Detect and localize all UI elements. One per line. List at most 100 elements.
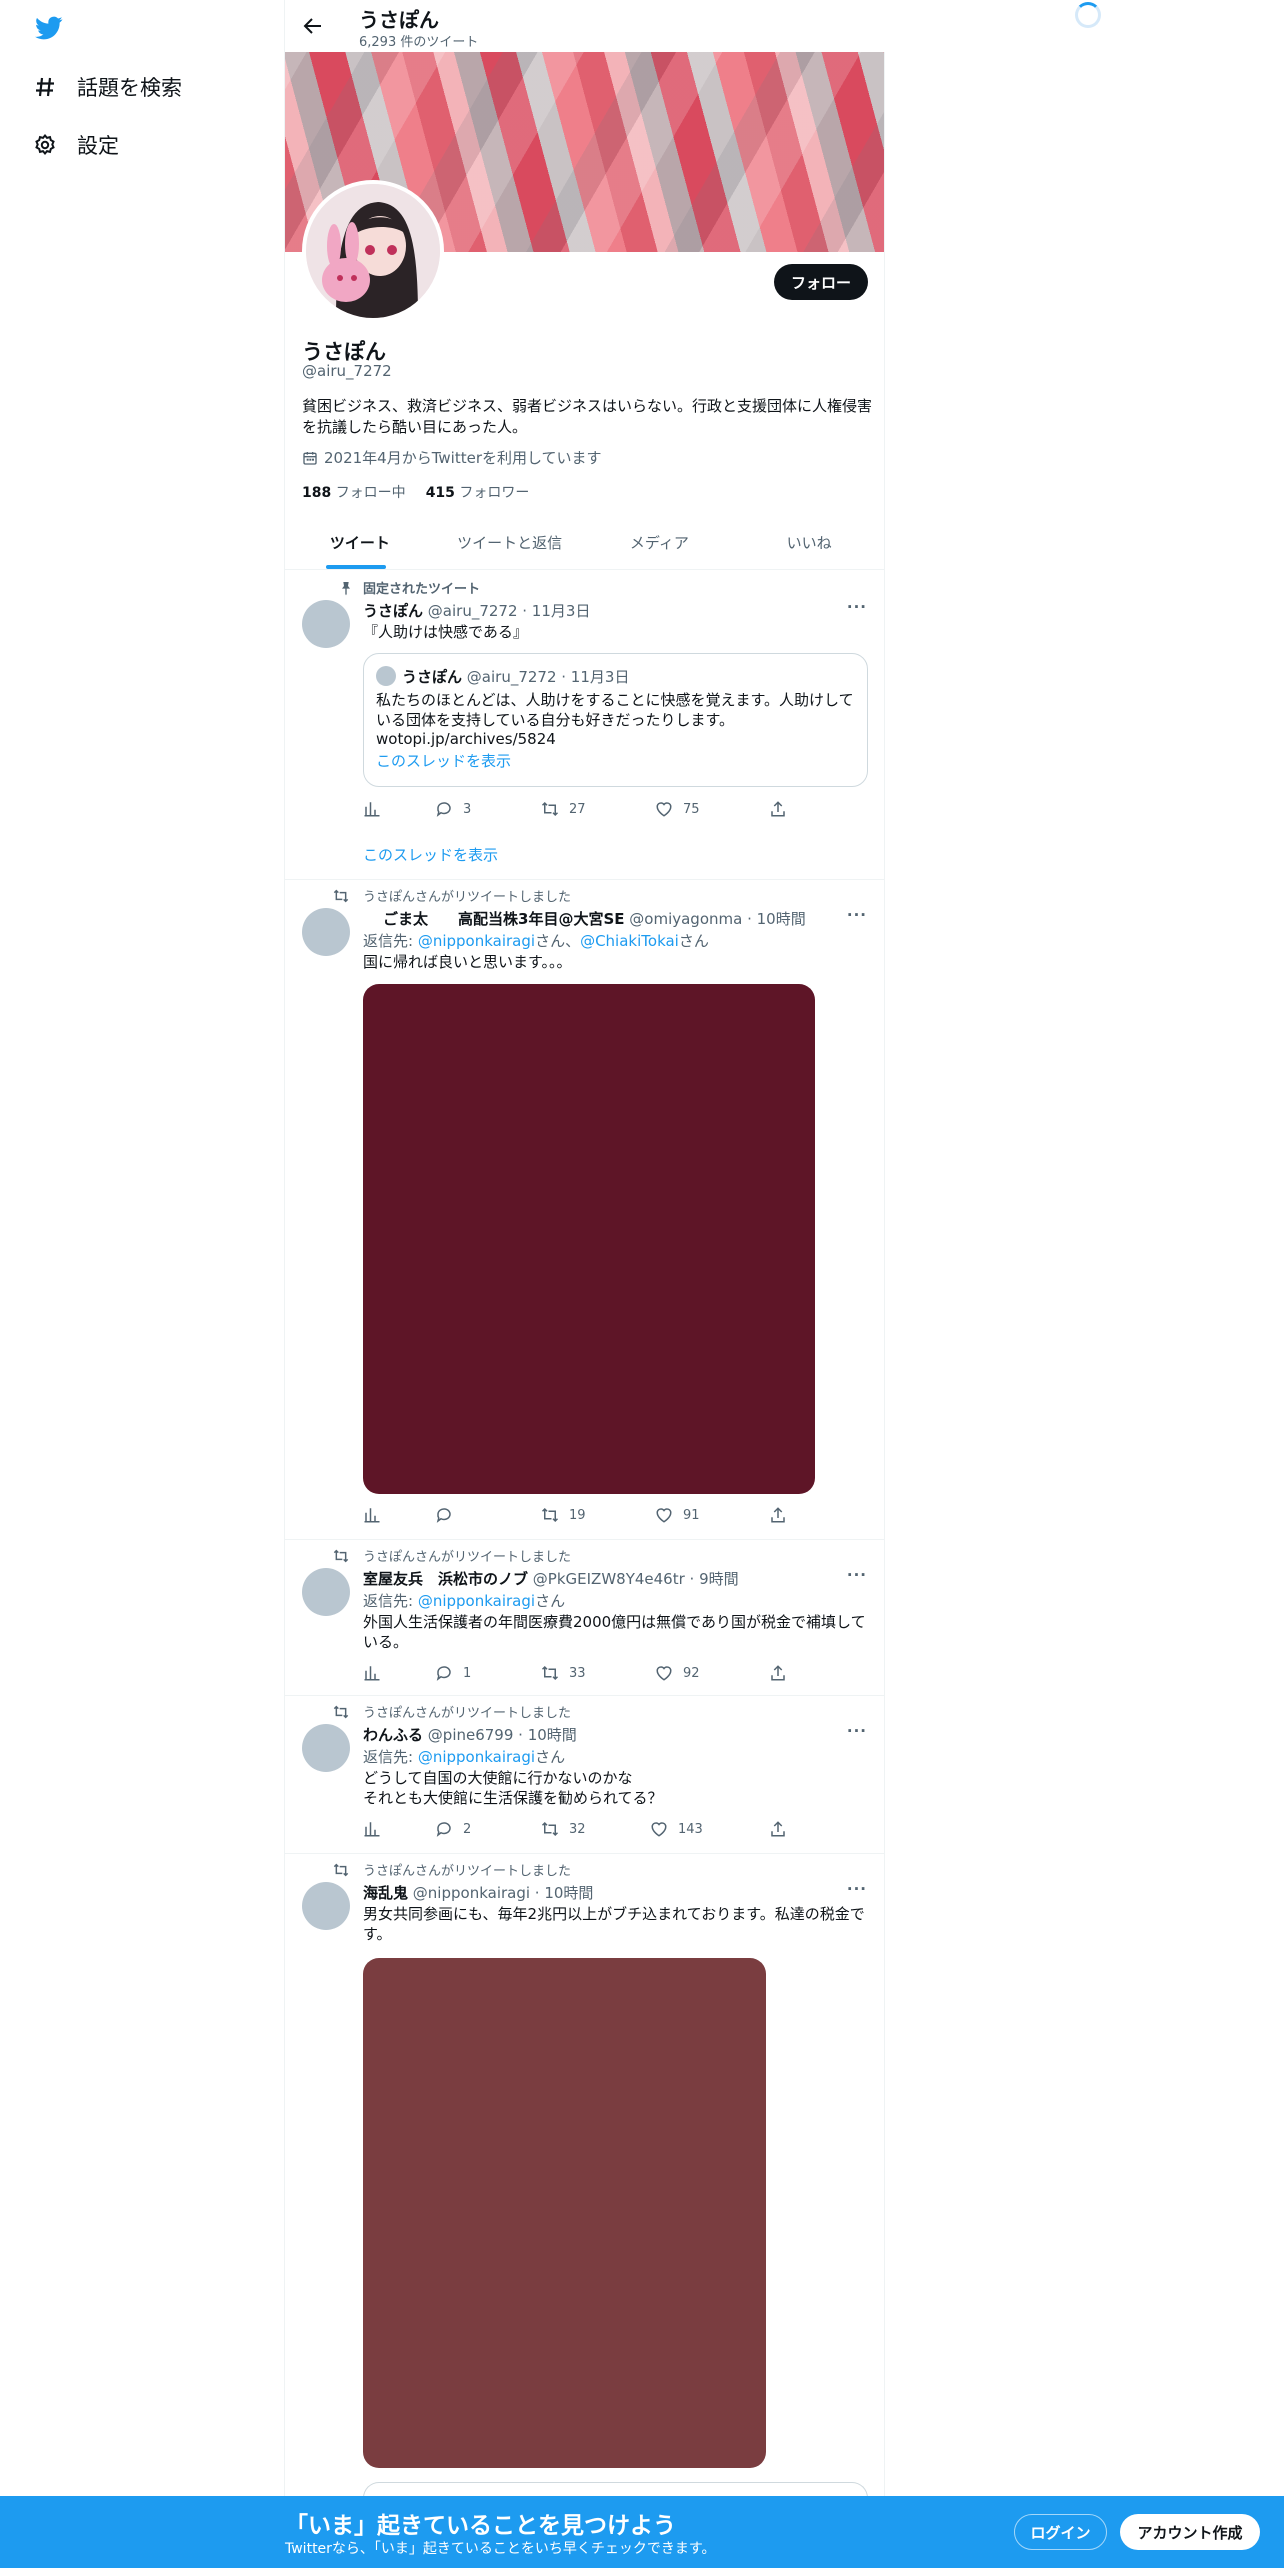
like-button[interactable]: 75: [655, 800, 700, 818]
signup-banner-subtitle: Twitterなら、「いま」起きていることをいち早くチェックできます。: [285, 2541, 716, 2557]
twitter-logo-icon[interactable]: [33, 14, 65, 42]
tweet-avatar[interactable]: [302, 1724, 350, 1772]
more-options-icon[interactable]: ···: [847, 1566, 867, 1584]
reply-count: 3: [463, 801, 472, 817]
reply-button[interactable]: 3: [435, 800, 471, 818]
reply-button[interactable]: [435, 1506, 463, 1524]
reply-icon: [436, 1822, 451, 1837]
retweet-button[interactable]: 32: [541, 1820, 586, 1838]
tweet-avatar[interactable]: [302, 1568, 350, 1616]
back-arrow-icon[interactable]: [301, 14, 325, 38]
analytics-icon: [364, 1508, 380, 1523]
quoted-tweet[interactable]: うさぽん @airu_7272 · 11月3日 私たちのほとんどは、人助けをする…: [363, 653, 868, 787]
more-options-icon[interactable]: ···: [847, 1722, 867, 1740]
reply-mention[interactable]: @nipponkairagi: [418, 1748, 535, 1766]
tab-media[interactable]: メディア: [585, 516, 735, 569]
tab-tweets-replies[interactable]: ツイートと返信: [435, 516, 585, 569]
signup-banner-title: 「いま」起きていることを見つけよう: [285, 2513, 676, 2539]
sidebar-item-settings[interactable]: 設定: [33, 130, 119, 160]
analytics-button[interactable]: [363, 1506, 381, 1524]
show-thread-link[interactable]: このスレッドを表示: [363, 844, 498, 865]
tweet-media[interactable]: [363, 984, 815, 1494]
follow-button[interactable]: フォロー: [774, 264, 868, 300]
like-button[interactable]: 91: [655, 1506, 700, 1524]
profile-tabs: ツイート ツイートと返信 メディア いいね: [285, 516, 884, 570]
following-stat[interactable]: 188 フォロー中: [302, 482, 406, 502]
reply-to-line: 返信先: @nipponkairagiさん: [363, 1746, 565, 1767]
like-count: 91: [683, 1507, 700, 1523]
retweet-icon: [541, 801, 559, 817]
tweet-meta: @omiyagonma · 10時間: [629, 910, 806, 928]
analytics-button[interactable]: [363, 1820, 381, 1838]
followers-stat[interactable]: 415 フォロワー: [426, 482, 530, 502]
quote-url[interactable]: wotopi.jp/archives/5824: [376, 730, 556, 748]
reply-suffix: さん: [678, 932, 709, 950]
share-button[interactable]: [769, 800, 787, 818]
analytics-button[interactable]: [363, 800, 381, 818]
profile-stats: 188 フォロー中 415 フォロワー: [302, 482, 529, 502]
quote-avatar: [376, 666, 396, 686]
reply-button[interactable]: 1: [435, 1664, 471, 1682]
share-button[interactable]: [769, 1506, 787, 1524]
more-options-icon[interactable]: ···: [847, 598, 867, 616]
quote-text: 私たちのほとんどは、人助けをすることに快感を覚えます。人助けしている団体を支持し…: [376, 691, 854, 729]
retweet-context-icon: [333, 889, 349, 902]
tweet-author-name[interactable]: ごま太 高配当株3年目@大宮SE: [383, 910, 625, 928]
tab-tweets[interactable]: ツイート: [285, 516, 435, 569]
reply-mention[interactable]: @ChiakiTokai: [580, 932, 679, 950]
signup-button[interactable]: アカウント作成: [1120, 2514, 1260, 2550]
avatar-illustration: [306, 184, 440, 318]
retweet-button[interactable]: 33: [541, 1664, 586, 1682]
reply-to-line: 返信先: @nipponkairagiさん、@ChiakiTokaiさん: [363, 930, 709, 951]
analytics-button[interactable]: [363, 1664, 381, 1682]
reply-count: 2: [463, 1821, 472, 1837]
reply-suffix: さん: [535, 1592, 566, 1610]
reply-mention[interactable]: @nipponkairagi: [418, 932, 535, 950]
reply-separator: さん、: [535, 932, 581, 950]
like-count: 143: [678, 1821, 703, 1837]
like-button[interactable]: 143: [650, 1820, 703, 1838]
tweet-avatar[interactable]: [302, 908, 350, 956]
tweet-avatar[interactable]: [302, 1882, 350, 1930]
retweet-count: 32: [569, 1821, 586, 1837]
tweet-text: 外国人生活保護者の年間医療費2000億円は無償であり国が税金で補填している。: [363, 1613, 866, 1651]
tweet-author-name[interactable]: 海乱鬼: [363, 1884, 408, 1902]
tweet-meta: @PkGEIZW8Y4e46tr · 9時間: [532, 1570, 739, 1588]
tweet-retweet-2[interactable]: うさぽんさんがリツイートしました 室屋友兵 浜松市のノブ @PkGEIZW8Y4…: [285, 1540, 884, 1696]
tweet-media[interactable]: [363, 1958, 766, 2468]
heart-icon: [656, 1508, 672, 1523]
tweet-retweet-4[interactable]: うさぽんさんがリツイートしました 海乱鬼 @nipponkairagi · 10…: [285, 1854, 884, 2502]
tweet-pinned[interactable]: 固定されたツイート うさぽん @airu_7272 · 11月3日 ··· 『人…: [285, 570, 884, 880]
sidebar-item-explore[interactable]: 話題を検索: [33, 72, 182, 102]
gear-icon: [35, 133, 55, 156]
like-count: 92: [683, 1665, 700, 1681]
tweet-header: 室屋友兵 浜松市のノブ @PkGEIZW8Y4e46tr · 9時間: [363, 1568, 739, 1589]
tweet-retweet-3[interactable]: うさぽんさんがリツイートしました わんふる @pine6799 · 10時間 ·…: [285, 1696, 884, 1854]
tab-likes[interactable]: いいね: [734, 516, 884, 569]
more-options-icon[interactable]: ···: [847, 906, 867, 924]
share-icon: [771, 801, 785, 817]
header-title: うさぽん: [359, 8, 439, 32]
tweet-author-name[interactable]: うさぽん: [363, 602, 423, 620]
tweet-author-name[interactable]: 室屋友兵 浜松市のノブ: [363, 1570, 528, 1588]
tweet-avatar[interactable]: [302, 600, 350, 648]
quote-thread-link[interactable]: このスレッドを表示: [376, 750, 511, 771]
tweet-retweet-1[interactable]: うさぽんさんがリツイートしました ごま太 高配当株3年目@大宮SE @omiya…: [285, 880, 884, 1540]
share-button[interactable]: [769, 1664, 787, 1682]
login-button[interactable]: ログイン: [1014, 2514, 1107, 2550]
reply-mention[interactable]: @nipponkairagi: [418, 1592, 535, 1610]
following-count: 188: [302, 485, 332, 501]
reply-button[interactable]: 2: [435, 1820, 471, 1838]
tweet-header: ごま太 高配当株3年目@大宮SE @omiyagonma · 10時間: [383, 908, 806, 929]
retweet-count: 33: [569, 1665, 586, 1681]
retweet-button[interactable]: 19: [541, 1506, 586, 1524]
retweet-button[interactable]: 27: [541, 800, 586, 818]
tweet-author-name[interactable]: わんふる: [363, 1726, 423, 1744]
more-options-icon[interactable]: ···: [847, 1880, 867, 1898]
pin-icon: [342, 581, 350, 595]
tweet-context: 固定されたツイート: [342, 578, 480, 597]
like-button[interactable]: 92: [655, 1664, 700, 1682]
share-button[interactable]: [769, 1820, 787, 1838]
profile-avatar[interactable]: [302, 180, 444, 322]
tweet-context: うさぽんさんがリツイートしました: [333, 1702, 571, 1721]
